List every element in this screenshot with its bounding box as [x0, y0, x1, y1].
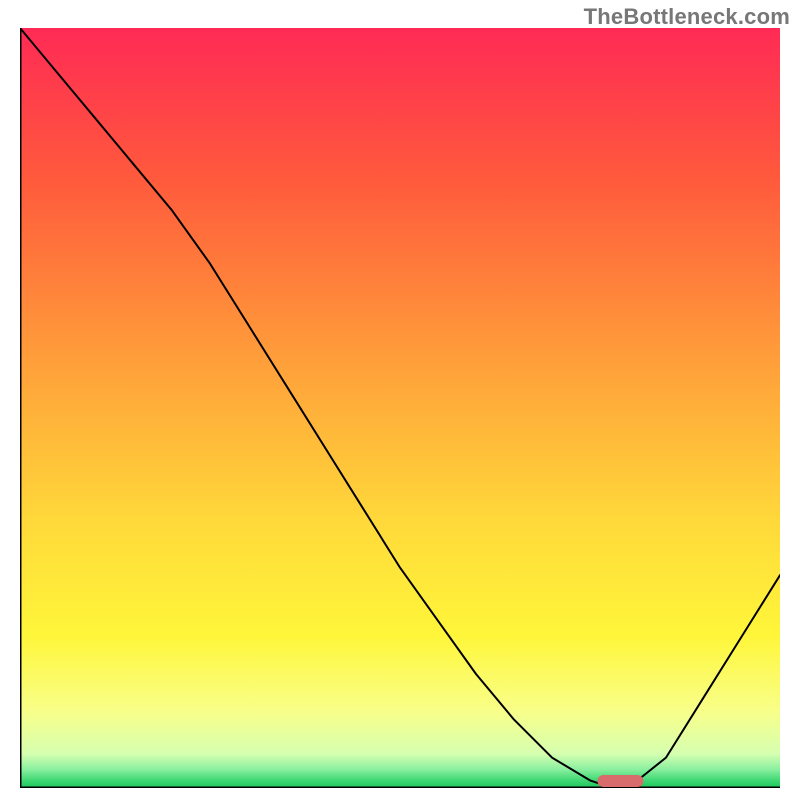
chart-svg [20, 28, 780, 788]
chart-container: TheBottleneck.com [0, 0, 800, 800]
optimum-marker [597, 775, 643, 787]
bottleneck-chart [20, 28, 780, 788]
watermark-text: TheBottleneck.com [584, 4, 790, 30]
chart-background [20, 28, 780, 788]
